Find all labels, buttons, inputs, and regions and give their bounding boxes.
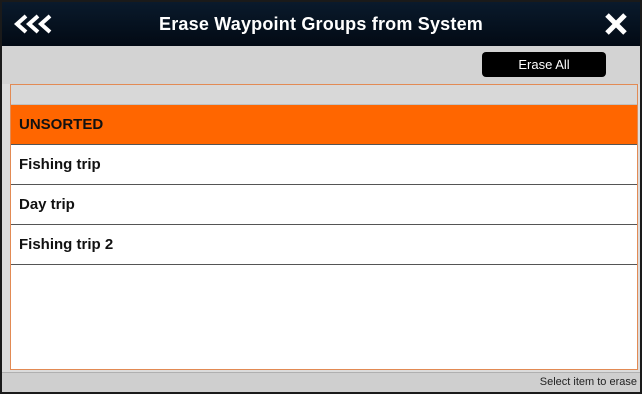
title-bar: Erase Waypoint Groups from System: [2, 2, 640, 46]
waypoint-group-list: UNSORTED Fishing trip Day trip Fishing t…: [10, 84, 638, 370]
list-item-fishing-trip[interactable]: Fishing trip: [11, 145, 637, 185]
close-button[interactable]: [598, 10, 634, 38]
list-header-strip: [11, 85, 637, 105]
back-button[interactable]: [8, 10, 64, 38]
erase-waypoint-groups-window: Erase Waypoint Groups from System Erase …: [0, 0, 642, 394]
triple-chevron-left-icon: [13, 14, 52, 34]
toolbar: Erase All: [2, 46, 640, 84]
window-title: Erase Waypoint Groups from System: [158, 14, 483, 34]
list-item-unsorted[interactable]: UNSORTED: [11, 105, 637, 145]
status-text: Select item to erase: [539, 376, 637, 388]
list-item-fishing-trip-2[interactable]: Fishing trip 2: [11, 225, 637, 265]
status-bar: Select item to erase: [2, 372, 640, 392]
list-item-day-trip[interactable]: Day trip: [11, 185, 637, 225]
close-icon: [605, 13, 627, 35]
erase-all-button[interactable]: Erase All: [482, 52, 606, 77]
